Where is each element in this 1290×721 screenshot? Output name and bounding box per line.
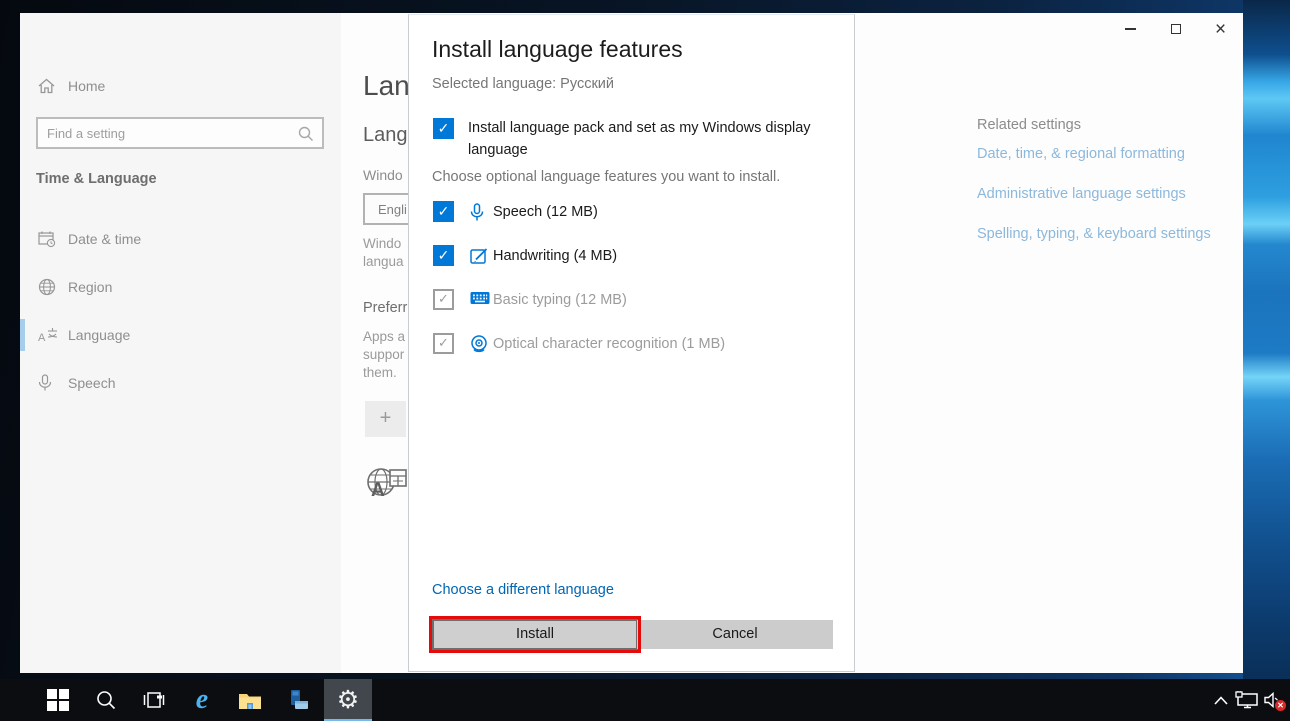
sidebar-item-label: Date & time xyxy=(68,219,141,259)
sidebar-item-region[interactable]: Region xyxy=(20,267,341,307)
task-view-icon xyxy=(143,691,165,709)
pinned-app-button[interactable] xyxy=(274,679,322,721)
dropdown-value-fragment: Engli xyxy=(378,202,407,217)
pinned-app-icon xyxy=(287,689,309,711)
close-button[interactable]: × xyxy=(1198,13,1243,45)
home-icon xyxy=(38,78,55,94)
display-language-desc-fragment: Windo langua xyxy=(363,235,404,271)
mic-icon xyxy=(470,203,484,222)
choose-different-language-link[interactable]: Choose a different language xyxy=(432,582,614,598)
taskbar: e ⚙ ✕ xyxy=(0,679,1290,721)
sidebar-item-label: Home xyxy=(68,71,105,101)
network-tray-button[interactable] xyxy=(1234,679,1260,721)
settings-sidebar: Home Time & Language Date & time Region … xyxy=(20,13,341,673)
preferred-languages-heading-fragment: Preferr xyxy=(363,300,407,316)
ocr-icon xyxy=(470,335,488,353)
chevron-up-icon xyxy=(1214,696,1228,705)
sidebar-item-home[interactable]: Home xyxy=(20,71,341,101)
related-link-spelling-typing[interactable]: Spelling, typing, & keyboard settings xyxy=(977,226,1217,242)
volume-muted-badge: ✕ xyxy=(1275,700,1286,711)
search-icon xyxy=(298,126,314,142)
ocr-checkbox[interactable]: ✓ xyxy=(433,333,454,354)
sidebar-section-title: Time & Language xyxy=(36,171,157,187)
keyboard-icon xyxy=(470,291,490,305)
checkmark-icon: ✓ xyxy=(438,247,450,263)
svg-text:A: A xyxy=(371,480,385,501)
checkmark-icon: ✓ xyxy=(438,335,449,350)
handwriting-checkbox[interactable]: ✓ xyxy=(433,245,454,266)
globe-icon xyxy=(38,278,56,296)
feature-row-speech[interactable]: ✓ Speech (12 MB) xyxy=(409,201,856,225)
display-language-label-fragment: Windo xyxy=(363,167,403,183)
taskbar-search-button[interactable] xyxy=(82,679,130,721)
apps-desc-fragment: Apps a suppor them. xyxy=(363,328,405,382)
translate-language-icon: A xyxy=(365,456,409,509)
internet-explorer-button[interactable]: e xyxy=(178,679,226,721)
sidebar-item-label: Region xyxy=(68,267,112,307)
install-language-features-dialog: Install language features Selected langu… xyxy=(408,14,855,672)
mic-icon xyxy=(38,374,52,392)
speech-checkbox[interactable]: ✓ xyxy=(433,201,454,222)
close-icon: × xyxy=(1215,20,1226,39)
language-icon: A xyxy=(38,326,58,344)
search-input[interactable] xyxy=(38,119,294,147)
volume-tray-button[interactable]: ✕ xyxy=(1260,679,1286,721)
file-explorer-button[interactable] xyxy=(226,679,274,721)
selected-language-label: Selected language: Русский xyxy=(432,76,614,92)
gear-icon: ⚙ xyxy=(337,688,359,713)
install-button[interactable]: Install xyxy=(432,619,638,650)
handwriting-icon xyxy=(470,247,489,266)
selected-item-accent-bar xyxy=(20,319,25,351)
feature-row-ocr[interactable]: ✓ Optical character recognition (1 MB) xyxy=(409,333,856,357)
feature-row-handwriting[interactable]: ✓ Handwriting (4 MB) xyxy=(409,245,856,269)
system-tray: ✕ xyxy=(1208,679,1286,721)
checkmark-icon: ✓ xyxy=(438,203,450,219)
related-settings: Related settings Date, time, & regional … xyxy=(977,117,1217,266)
show-hidden-icons-button[interactable] xyxy=(1208,679,1234,721)
feature-label: Optical character recognition (1 MB) xyxy=(493,336,725,352)
dialog-title: Install language features xyxy=(432,36,683,63)
sidebar-item-label: Speech xyxy=(68,363,115,403)
minimize-button[interactable] xyxy=(1108,13,1153,45)
install-language-pack-label: Install language pack and set as my Wind… xyxy=(468,118,828,161)
maximize-icon xyxy=(1171,24,1181,34)
feature-label: Speech (12 MB) xyxy=(493,204,598,220)
settings-taskbar-button[interactable]: ⚙ xyxy=(324,679,372,721)
basic-typing-checkbox[interactable]: ✓ xyxy=(433,289,454,310)
desktop: ← Settings × Home Time & Language Date &… xyxy=(0,0,1290,721)
add-language-button[interactable]: + xyxy=(365,401,406,437)
start-button[interactable] xyxy=(34,679,82,721)
checkmark-icon: ✓ xyxy=(438,291,449,306)
related-link-date-time-formatting[interactable]: Date, time, & regional formatting xyxy=(977,146,1217,162)
network-icon xyxy=(1235,691,1259,709)
related-settings-heading: Related settings xyxy=(977,117,1217,133)
feature-label: Basic typing (12 MB) xyxy=(493,292,627,308)
checkmark-icon: ✓ xyxy=(438,120,450,136)
related-link-administrative-language[interactable]: Administrative language settings xyxy=(977,186,1217,202)
sidebar-item-label: Language xyxy=(68,315,130,355)
window-controls: × xyxy=(1108,13,1243,45)
cancel-button[interactable]: Cancel xyxy=(637,620,833,649)
sidebar-item-speech[interactable]: Speech xyxy=(20,363,341,403)
maximize-button[interactable] xyxy=(1153,13,1198,45)
search-icon xyxy=(96,690,116,710)
install-language-pack-checkbox[interactable]: ✓ xyxy=(433,118,454,139)
folder-icon xyxy=(238,691,262,710)
feature-label: Handwriting (4 MB) xyxy=(493,248,617,264)
add-icon: + xyxy=(380,407,392,429)
calendar-icon xyxy=(38,230,56,248)
minimize-icon xyxy=(1125,28,1136,30)
feature-row-basic-typing[interactable]: ✓ Basic typing (12 MB) xyxy=(409,289,856,313)
search-box[interactable] xyxy=(36,117,324,149)
choose-features-text: Choose optional language features you wa… xyxy=(432,169,780,185)
internet-explorer-icon: e xyxy=(196,686,208,714)
desktop-wallpaper xyxy=(1243,0,1290,679)
sidebar-item-date-time[interactable]: Date & time xyxy=(20,219,341,259)
sidebar-item-language[interactable]: A Language xyxy=(20,315,341,355)
windows-logo-icon xyxy=(47,689,69,711)
task-view-button[interactable] xyxy=(130,679,178,721)
svg-text:A: A xyxy=(38,332,46,344)
